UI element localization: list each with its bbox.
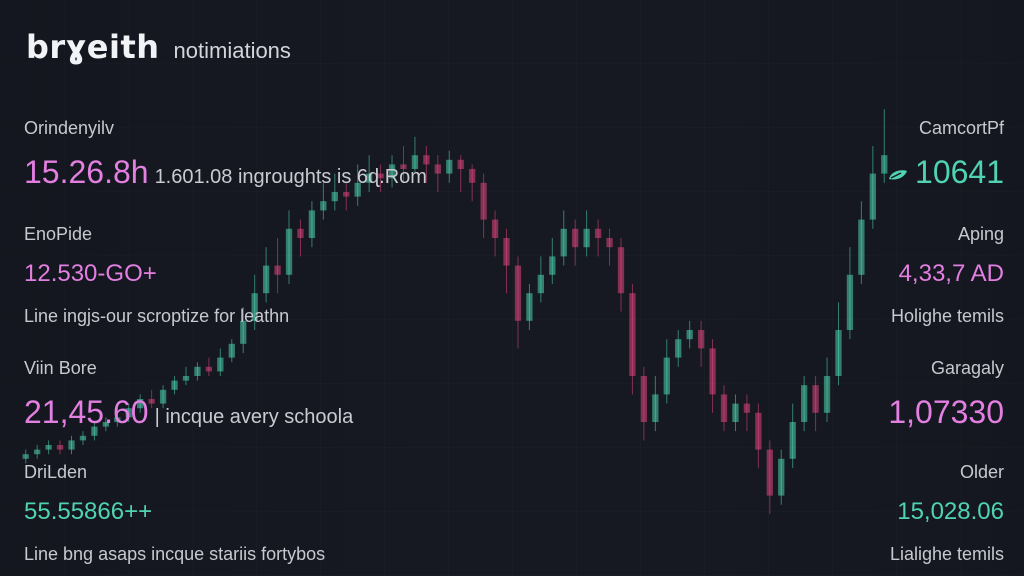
candle-body bbox=[79, 435, 87, 441]
stat-value: 15.26.8h bbox=[24, 154, 149, 190]
header-subtitle: notimiations bbox=[173, 38, 291, 63]
stat-block: EnoPide 12.530-GO+ Line ingjs-our scropt… bbox=[24, 224, 504, 327]
candle-body bbox=[652, 394, 659, 422]
stat-note: 1.601.08 ingroughts is 6ɖ.Rom bbox=[154, 166, 427, 188]
stat-block: Older 15,028.06 Lialighe temils bbox=[704, 462, 1004, 565]
candle-body bbox=[686, 330, 693, 340]
leaf-icon bbox=[889, 170, 908, 180]
candle-body bbox=[640, 376, 648, 422]
stat-block: DriLden 55.55866++ Line bng asaps incque… bbox=[24, 462, 504, 565]
stat-value: 12.530-GO+ bbox=[24, 260, 157, 287]
candle-body bbox=[675, 339, 682, 358]
stat-block: Aping 4,33,7 AD Holighe temils bbox=[704, 224, 1004, 327]
stat-value-row: 21,45.60 | incque avery schoola bbox=[24, 394, 504, 430]
candle-body bbox=[560, 228, 567, 257]
stat-description: Holighe temils bbox=[890, 306, 1004, 326]
stat-label: Viin Bore bbox=[24, 358, 97, 378]
candle-body bbox=[526, 293, 533, 321]
candle-body bbox=[68, 440, 75, 450]
stat-block: CamcortPf 10641 bbox=[704, 118, 1004, 190]
app-header: brɣeith notimiations bbox=[26, 28, 291, 66]
stat-value: 15,028.06 bbox=[897, 498, 1004, 525]
candle-body bbox=[663, 357, 670, 395]
stat-label: Garagaly bbox=[930, 358, 1004, 378]
stat-label: DriLden bbox=[24, 462, 88, 482]
stat-label: Orindenyilv bbox=[24, 118, 115, 138]
candle-body bbox=[56, 445, 64, 450]
stat-value: 1,07330 bbox=[888, 394, 1004, 430]
candle-body bbox=[697, 330, 705, 349]
stat-description: Line bng asaps incque stariis fortybos bbox=[24, 544, 326, 564]
stat-label: Aping bbox=[957, 224, 1004, 244]
stat-note: | incque avery schoola bbox=[154, 406, 354, 428]
candle-body bbox=[45, 445, 52, 450]
candle-body bbox=[320, 201, 327, 211]
stat-value: 4,33,7 AD bbox=[898, 260, 1004, 287]
candle-body bbox=[228, 343, 235, 358]
stat-block: Garagaly 1,07330 bbox=[704, 358, 1004, 430]
candle-body bbox=[549, 256, 556, 275]
candle-body bbox=[617, 247, 625, 294]
stat-value-row: 12.530-GO+ bbox=[24, 260, 504, 296]
candle-body bbox=[503, 238, 510, 266]
candle-body bbox=[537, 274, 545, 294]
stat-value-row: 15.26.8h 1.601.08 ingroughts is 6ɖ.Rom bbox=[24, 154, 504, 190]
stat-value-row: 55.55866++ bbox=[24, 498, 504, 534]
stat-label: Older bbox=[959, 462, 1004, 482]
candle-body bbox=[343, 192, 350, 197]
app-logo: brɣeith bbox=[26, 28, 160, 66]
candle-body bbox=[606, 238, 613, 248]
stat-block: Viin Bore 21,45.60 | incque avery school… bbox=[24, 358, 504, 430]
stat-description: Lialighe temils bbox=[889, 544, 1004, 564]
stat-label: EnoPide bbox=[24, 224, 93, 244]
stat-value-row: 1,07330 bbox=[704, 394, 1004, 430]
candle-body bbox=[331, 192, 338, 202]
stat-value-row: 15,028.06 bbox=[704, 498, 1004, 534]
stat-value: 21,45.60 bbox=[24, 394, 149, 430]
stat-value-row: 4,33,7 AD bbox=[704, 260, 1004, 296]
stat-value: 10641 bbox=[915, 154, 1004, 190]
stat-value: 55.55866++ bbox=[24, 498, 153, 525]
stat-description: Line ingjs-our scroptize for leathn bbox=[24, 306, 290, 326]
candle-body bbox=[22, 454, 29, 459]
candle-body bbox=[34, 449, 41, 455]
candle-body bbox=[514, 265, 522, 321]
stat-value-row: 10641 bbox=[704, 154, 1004, 190]
candle-body bbox=[572, 228, 579, 248]
candle-body bbox=[594, 228, 602, 238]
candle-body bbox=[629, 293, 636, 376]
candle-body bbox=[583, 228, 590, 248]
stat-label: CamcortPf bbox=[918, 118, 1004, 138]
stat-block: Orindenyilv 15.26.8h 1.601.08 ingroughts… bbox=[24, 118, 504, 190]
